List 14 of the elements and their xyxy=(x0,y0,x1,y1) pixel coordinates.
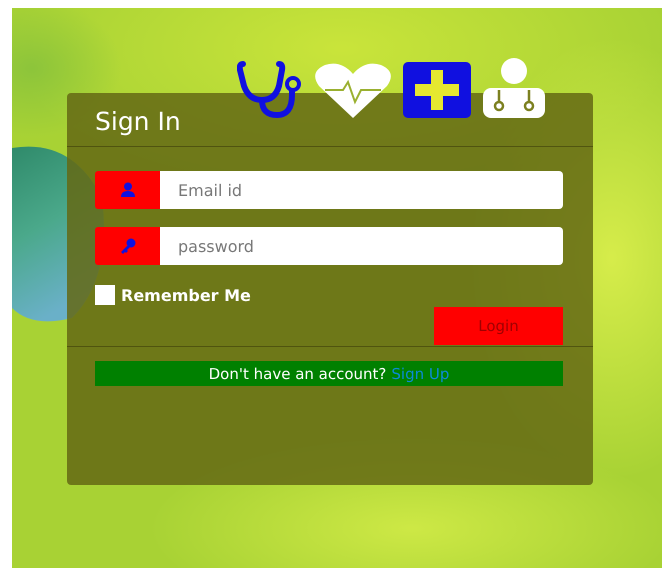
email-field[interactable]: Email id xyxy=(160,171,563,209)
doctor-icon xyxy=(481,58,547,118)
signup-link[interactable]: Sign Up xyxy=(391,364,450,382)
signup-prompt: Don't have an account? xyxy=(208,364,386,382)
user-icon xyxy=(120,182,136,198)
key-icon xyxy=(120,238,136,254)
login-button[interactable]: Login xyxy=(434,307,563,345)
remember-label: Remember Me xyxy=(121,286,251,304)
card-title: Sign In xyxy=(95,107,182,136)
stethoscope-icon xyxy=(237,60,303,118)
password-field[interactable]: password xyxy=(160,227,563,265)
medical-cross-icon xyxy=(403,62,471,118)
heart-pulse-icon xyxy=(313,62,393,118)
remember-checkbox[interactable] xyxy=(95,285,115,305)
